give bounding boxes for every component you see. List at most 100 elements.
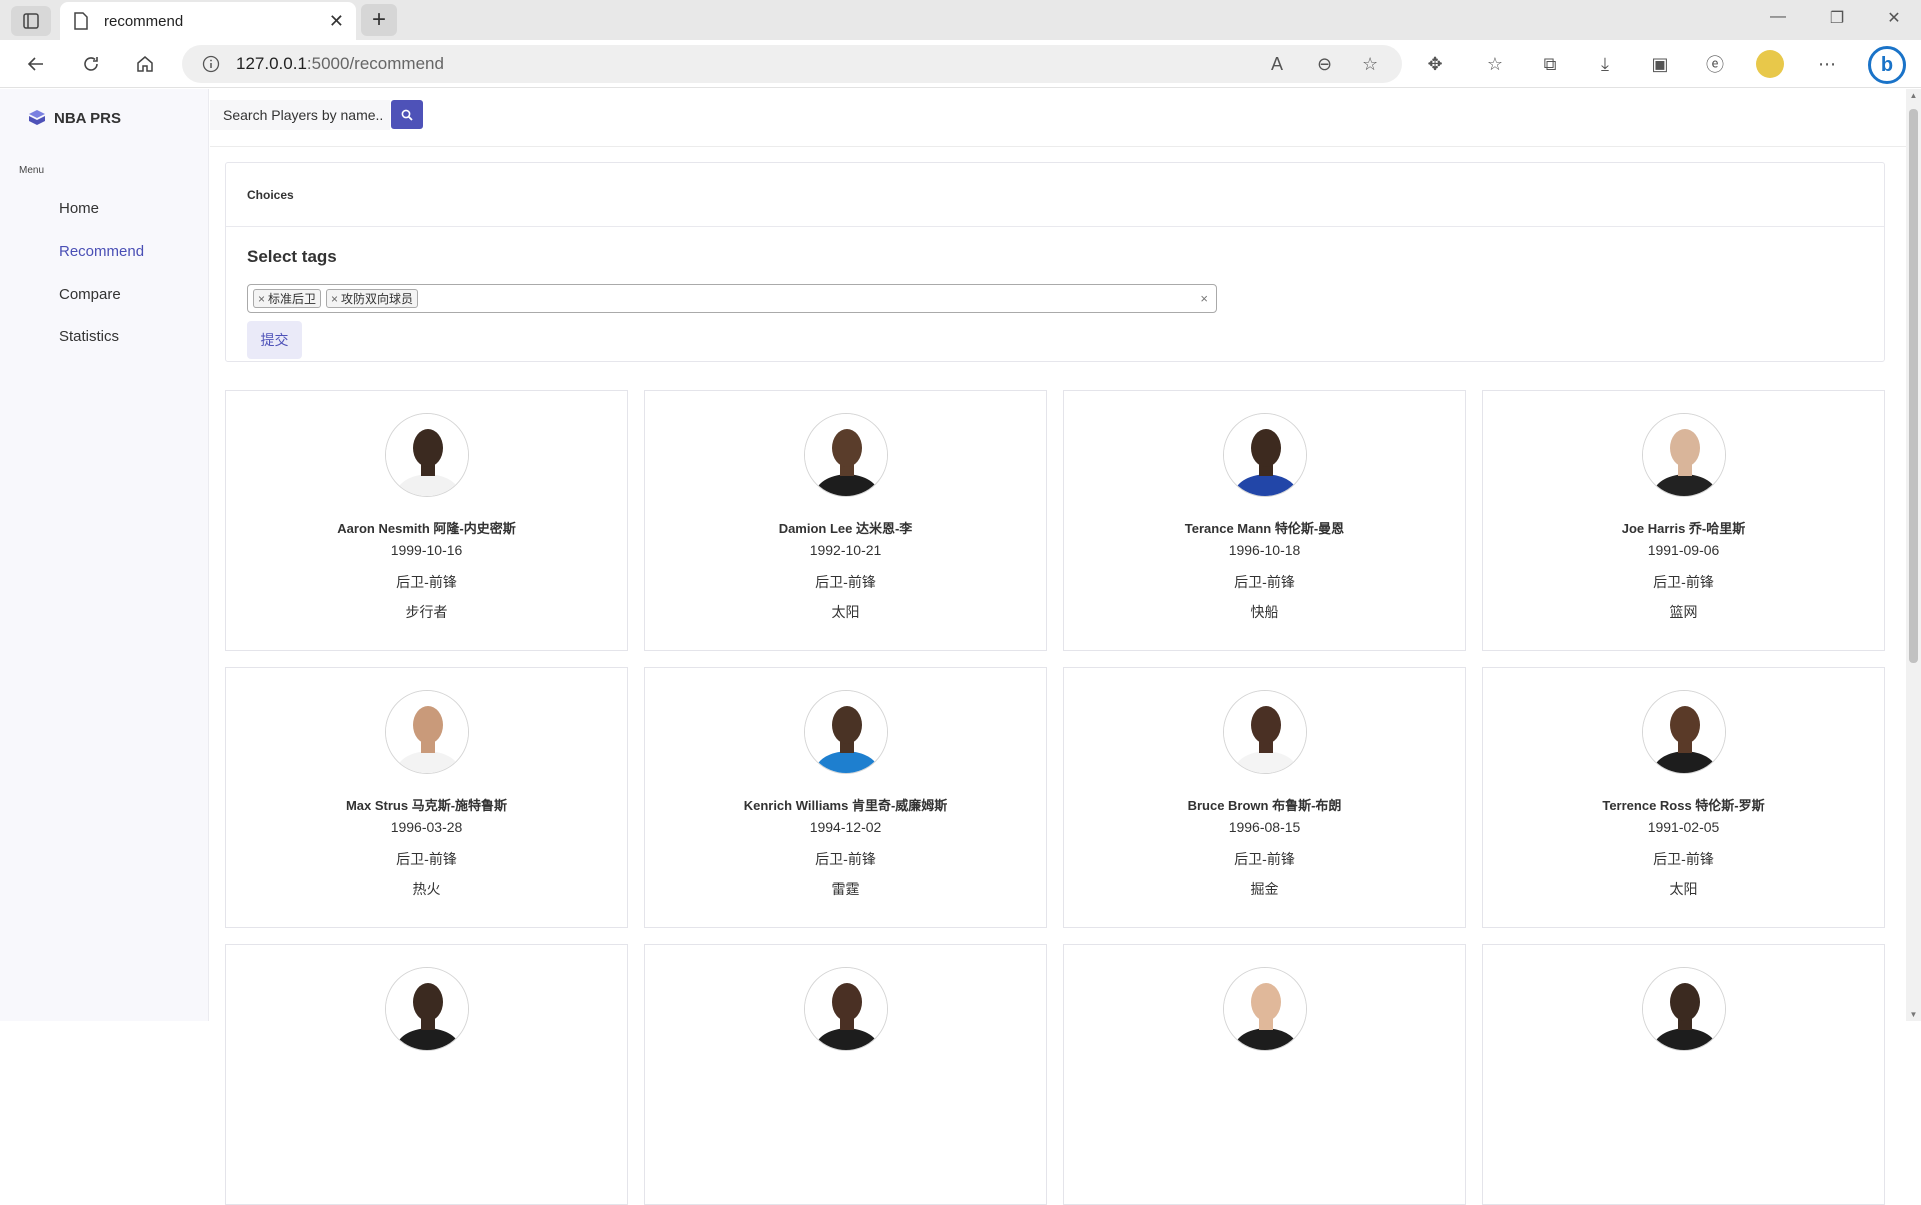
- player-position: 后卫-前锋: [1234, 574, 1295, 590]
- scrollbar-thumb[interactable]: [1909, 109, 1918, 663]
- refresh-button[interactable]: [77, 50, 105, 78]
- sidebar-item-home[interactable]: Home: [59, 200, 99, 217]
- tag-chip: × 攻防双向球员: [326, 289, 419, 308]
- player-avatar-icon: [1224, 414, 1306, 496]
- player-avatar-icon: [1643, 414, 1725, 496]
- back-button[interactable]: [22, 50, 50, 78]
- new-tab-button[interactable]: +: [361, 4, 397, 36]
- ie-mode-icon[interactable]: ⓔ: [1703, 52, 1727, 76]
- tab-actions-button[interactable]: [11, 6, 51, 36]
- player-name: Kenrich Williams 肯里奇-威廉姆斯: [743, 798, 948, 813]
- bing-icon: b: [1880, 53, 1894, 76]
- downloads-icon[interactable]: ⤓: [1593, 52, 1617, 76]
- submit-button[interactable]: 提交: [247, 321, 302, 359]
- tab-title: recommend: [104, 12, 184, 30]
- player-card[interactable]: Joe Harris 乔-哈里斯 1991-09-06 后卫-前锋 篮网: [1482, 390, 1885, 651]
- zoom-out-icon[interactable]: ⊖: [1317, 54, 1332, 75]
- menu-label: Menu: [19, 165, 45, 176]
- scroll-down-icon[interactable]: ▼: [1909, 1010, 1918, 1019]
- choices-panel: Choices Select tags × 标准后卫 × 攻防双向球员 × 提交: [225, 162, 1885, 362]
- sidebar-item-compare[interactable]: Compare: [59, 286, 121, 303]
- player-team: 太阳: [1669, 881, 1698, 897]
- player-card[interactable]: Damion Lee 达米恩-李 1992-10-21 后卫-前锋 太阳: [644, 390, 1047, 651]
- player-card[interactable]: [225, 944, 628, 1205]
- tab-actions-icon: [23, 13, 39, 29]
- clear-tags-icon[interactable]: ×: [1200, 291, 1208, 306]
- page-scrollbar[interactable]: ▲ ▼: [1906, 89, 1921, 1021]
- search-input[interactable]: [210, 100, 390, 130]
- info-icon: [202, 55, 220, 73]
- player-name: Terrence Ross 特伦斯-罗斯: [1602, 798, 1765, 813]
- math-solver-icon[interactable]: ▣: [1648, 52, 1672, 76]
- browser-tab-bar: recommend ✕ + — ❐ ✕: [0, 0, 1921, 40]
- favorites-icon[interactable]: ☆: [1483, 52, 1507, 76]
- remove-tag-icon[interactable]: ×: [331, 292, 338, 306]
- player-card[interactable]: Kenrich Williams 肯里奇-威廉姆斯 1994-12-02 后卫-前锋…: [644, 667, 1047, 928]
- tag-select[interactable]: × 标准后卫 × 攻防双向球员 ×: [247, 284, 1217, 313]
- profile-avatar[interactable]: [1756, 50, 1784, 78]
- player-avatar-icon: [1643, 968, 1725, 1050]
- player-avatar-icon: [386, 968, 468, 1050]
- player-avatar-icon: [1224, 691, 1306, 773]
- player-photo: [1223, 967, 1307, 1051]
- player-name: Terance Mann 特伦斯-曼恩: [1184, 521, 1345, 536]
- player-card[interactable]: [1482, 944, 1885, 1205]
- choices-header: Choices: [226, 163, 1884, 227]
- player-birthdate: 1992-10-21: [809, 542, 882, 558]
- more-options-icon[interactable]: ⋯: [1815, 52, 1839, 76]
- player-birthdate: 1994-12-02: [809, 819, 882, 835]
- player-card[interactable]: [1063, 944, 1466, 1205]
- player-photo: [804, 413, 888, 497]
- address-bar[interactable]: 127.0.0.1:5000/recommend A ⊖ ☆: [182, 45, 1402, 83]
- player-photo: [1642, 967, 1726, 1051]
- extensions-icon[interactable]: ✥: [1423, 52, 1447, 76]
- add-favorite-icon[interactable]: ☆: [1362, 54, 1378, 75]
- player-position: 后卫-前锋: [1653, 851, 1714, 867]
- scroll-up-icon[interactable]: ▲: [1909, 91, 1918, 100]
- remove-tag-icon[interactable]: ×: [258, 292, 265, 306]
- page-icon: [74, 12, 88, 30]
- player-name: Aaron Nesmith 阿隆-内史密斯: [337, 521, 516, 536]
- player-position: 后卫-前锋: [396, 574, 457, 590]
- player-photo: [385, 967, 469, 1051]
- player-card[interactable]: Max Strus 马克斯-施特鲁斯 1996-03-28 后卫-前锋 热火: [225, 667, 628, 928]
- refresh-icon: [84, 57, 98, 71]
- player-photo: [385, 690, 469, 774]
- search-button[interactable]: [391, 100, 423, 129]
- browser-toolbar: 127.0.0.1:5000/recommend A ⊖ ☆ ✥ ☆ ⧉ ⤓ ▣…: [0, 40, 1921, 88]
- brand[interactable]: NBA PRS: [28, 109, 121, 127]
- player-birthdate: 1996-08-15: [1228, 819, 1301, 835]
- close-window-button[interactable]: ✕: [1882, 8, 1906, 28]
- tag-label: 标准后卫: [268, 292, 317, 306]
- select-tags-title: Select tags: [247, 247, 337, 266]
- player-name: Max Strus 马克斯-施特鲁斯: [345, 798, 508, 813]
- restore-button[interactable]: ❐: [1825, 8, 1849, 28]
- player-avatar-icon: [1643, 691, 1725, 773]
- home-button[interactable]: [131, 50, 159, 78]
- player-birthdate: 1991-02-05: [1647, 819, 1720, 835]
- player-card[interactable]: Bruce Brown 布鲁斯-布朗 1996-08-15 后卫-前锋 掘金: [1063, 667, 1466, 928]
- player-card[interactable]: Terance Mann 特伦斯-曼恩 1996-10-18 后卫-前锋 快船: [1063, 390, 1466, 651]
- bing-copilot-button[interactable]: b: [1868, 46, 1906, 84]
- player-photo: [1642, 413, 1726, 497]
- player-card[interactable]: Aaron Nesmith 阿隆-内史密斯 1999-10-16 后卫-前锋 步行者: [225, 390, 628, 651]
- tab-close-icon[interactable]: ✕: [329, 11, 344, 32]
- page: NBA PRS Menu Home Recommend Compare Stat…: [0, 89, 1921, 1205]
- sidebar-item-recommend[interactable]: Recommend: [59, 243, 144, 260]
- player-card[interactable]: [644, 944, 1047, 1205]
- top-search-bar: [210, 89, 1907, 147]
- read-aloud-icon[interactable]: A: [1271, 54, 1283, 75]
- browser-tab[interactable]: recommend ✕: [60, 2, 356, 40]
- player-avatar-icon: [386, 414, 468, 496]
- collections-icon[interactable]: ⧉: [1538, 52, 1562, 76]
- sidebar-item-statistics[interactable]: Statistics: [59, 328, 119, 345]
- player-birthdate: 1991-09-06: [1647, 542, 1720, 558]
- tag-label: 攻防双向球员: [341, 292, 414, 306]
- brand-logo-icon: [29, 110, 45, 125]
- player-card[interactable]: Terrence Ross 特伦斯-罗斯 1991-02-05 后卫-前锋太阳: [1482, 667, 1885, 928]
- home-icon: [137, 56, 153, 72]
- url-text: 127.0.0.1:5000/recommend: [236, 54, 444, 74]
- minimize-button[interactable]: —: [1766, 8, 1790, 26]
- player-team: 雷霆: [831, 881, 860, 897]
- player-photo: [1223, 690, 1307, 774]
